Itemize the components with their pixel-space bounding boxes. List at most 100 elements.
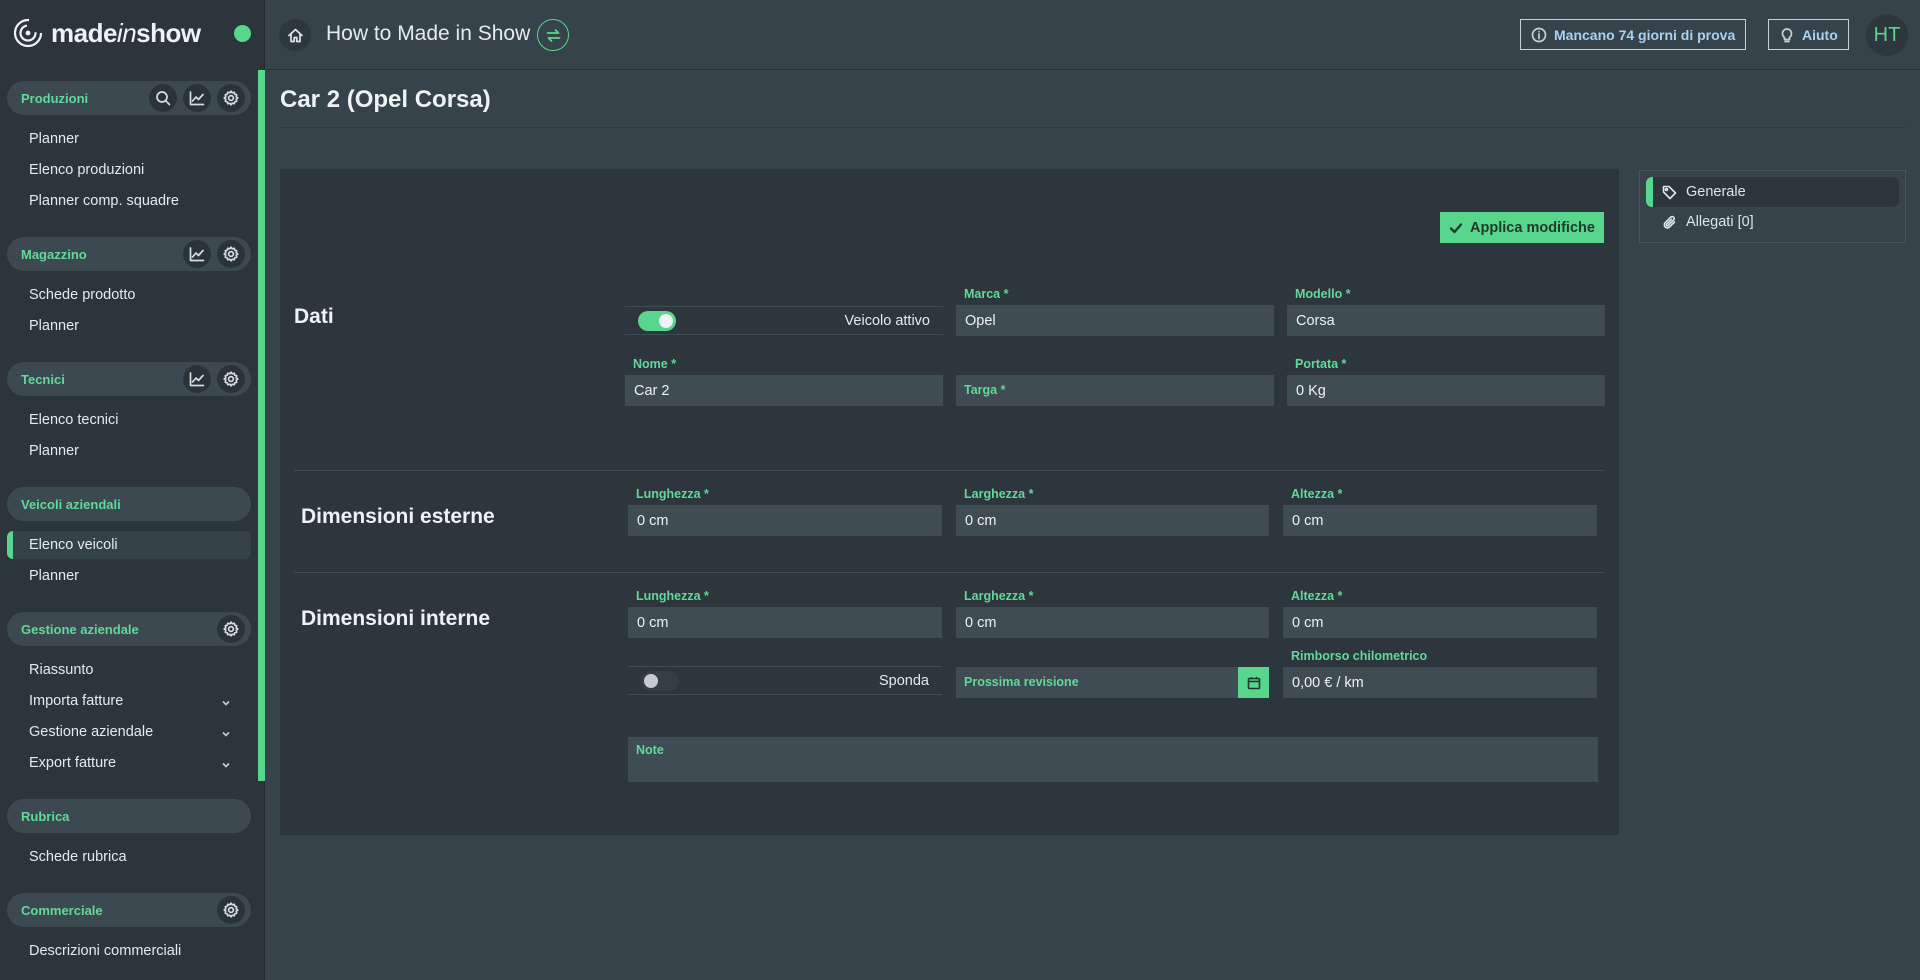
sidebar-item-label: Importa fatture bbox=[29, 693, 124, 709]
active-vehicle-switch[interactable] bbox=[638, 310, 676, 331]
brand-input[interactable]: Opel bbox=[956, 305, 1274, 336]
model-field-label: Modello * bbox=[1295, 287, 1351, 301]
chart-icon[interactable] bbox=[183, 365, 211, 393]
help-label: Aiuto bbox=[1802, 26, 1838, 43]
mileage-refund-label: Rimborso chilometrico bbox=[1291, 649, 1428, 663]
search-icon[interactable] bbox=[149, 84, 177, 112]
gear-icon[interactable] bbox=[217, 84, 245, 112]
section-rubrica[interactable]: Rubrica bbox=[7, 799, 251, 833]
notes-field[interactable]: Note bbox=[628, 737, 1598, 782]
external-width-input[interactable]: 0 cm bbox=[956, 505, 1269, 536]
chart-icon[interactable] bbox=[183, 84, 211, 112]
external-height-input[interactable]: 0 cm bbox=[1283, 505, 1597, 536]
name-field: Nome * Car 2 bbox=[625, 357, 943, 407]
gear-icon[interactable] bbox=[217, 240, 245, 268]
next-inspection-field: Prossima revisione bbox=[956, 667, 1269, 698]
home-button[interactable] bbox=[279, 19, 311, 51]
tab-generale[interactable]: Generale bbox=[1646, 177, 1899, 207]
name-input[interactable]: Car 2 bbox=[625, 375, 943, 406]
sidebar-item-planner[interactable]: Planner bbox=[7, 562, 251, 590]
section-internal-dimensions-title: Dimensioni interne bbox=[301, 607, 491, 630]
section-tecnici[interactable]: Tecnici bbox=[7, 362, 251, 396]
mileage-refund-input[interactable]: 0,00 € / km bbox=[1283, 667, 1597, 698]
tailgate-switch[interactable] bbox=[641, 670, 679, 691]
section-title: Produzioni bbox=[21, 90, 89, 106]
section-commerciale[interactable]: Commerciale bbox=[7, 893, 251, 927]
apply-changes-button[interactable]: Applica modifiche bbox=[1440, 212, 1604, 243]
home-icon bbox=[287, 28, 303, 42]
brand-field-label: Marca * bbox=[964, 287, 1009, 301]
internal-height-field: Altezza * 0 cm bbox=[1283, 589, 1597, 639]
internal-width-field: Larghezza * 0 cm bbox=[956, 589, 1269, 639]
tailgate-toggle-row[interactable]: Sponda bbox=[628, 666, 942, 695]
section-title: Magazzino bbox=[21, 246, 87, 262]
chevron-down-icon[interactable] bbox=[221, 727, 231, 737]
chevron-down-icon[interactable] bbox=[221, 696, 231, 706]
payload-input[interactable]: 0 Kg bbox=[1287, 375, 1605, 406]
gear-icon[interactable] bbox=[217, 365, 245, 393]
sidebar-item-descrizioni-commerciali[interactable]: Descrizioni commerciali bbox=[7, 937, 251, 965]
plate-field-label: Targa * bbox=[964, 383, 1006, 397]
sidebar-item-elenco-tecnici[interactable]: Elenco tecnici bbox=[7, 406, 251, 434]
section-produzioni[interactable]: Produzioni bbox=[7, 81, 251, 115]
sidebar-scroll-indicator[interactable] bbox=[258, 70, 265, 781]
help-button[interactable]: Aiuto bbox=[1768, 19, 1849, 50]
vehicle-form: Applica modifiche Dati Veicolo attivo Ma… bbox=[280, 169, 1619, 835]
sidebar-item-schede-rubrica[interactable]: Schede rubrica bbox=[7, 843, 251, 871]
calendar-icon[interactable] bbox=[1238, 667, 1269, 698]
internal-width-label: Larghezza * bbox=[964, 589, 1034, 603]
switch-knob bbox=[659, 313, 673, 328]
payload-field-label: Portata * bbox=[1295, 357, 1347, 371]
sidebar-item-elenco-produzioni[interactable]: Elenco produzioni bbox=[7, 156, 251, 184]
mileage-refund-field: Rimborso chilometrico 0,00 € / km bbox=[1283, 649, 1597, 699]
brand-logo[interactable]: madeinshow bbox=[13, 17, 201, 49]
section-title: Tecnici bbox=[21, 371, 65, 387]
section-divider bbox=[294, 470, 1604, 471]
section-veicoli-aziendali[interactable]: Veicoli aziendali bbox=[7, 487, 251, 521]
tab-label: Allegati [0] bbox=[1686, 214, 1754, 230]
trial-button[interactable]: Mancano 74 giorni di prova bbox=[1520, 19, 1747, 50]
section-title: Veicoli aziendali bbox=[21, 496, 121, 512]
section-gestione-aziendale[interactable]: Gestione aziendale bbox=[7, 612, 251, 646]
internal-length-input[interactable]: 0 cm bbox=[628, 607, 942, 638]
sidebar-item-schede-prodotto[interactable]: Schede prodotto bbox=[7, 281, 251, 309]
apply-changes-label: Applica modifiche bbox=[1470, 219, 1595, 236]
brand-name: madeinshow bbox=[51, 17, 201, 48]
chart-icon[interactable] bbox=[183, 240, 211, 268]
model-input[interactable]: Corsa bbox=[1287, 305, 1605, 336]
info-icon bbox=[1531, 27, 1547, 42]
sidebar-item-planner[interactable]: Planner bbox=[7, 312, 251, 340]
external-height-field: Altezza * 0 cm bbox=[1283, 487, 1597, 537]
sidebar-item-elenco-veicoli[interactable]: Elenco veicoli bbox=[7, 531, 251, 559]
internal-height-input[interactable]: 0 cm bbox=[1283, 607, 1597, 638]
section-magazzino[interactable]: Magazzino bbox=[7, 237, 251, 271]
active-vehicle-toggle-row[interactable]: Veicolo attivo bbox=[625, 306, 943, 335]
plate-field: Targa * bbox=[956, 375, 1274, 406]
sidebar-item-export-fatture[interactable]: Export fatture bbox=[7, 749, 251, 777]
sidebar-item-riassunto[interactable]: Riassunto bbox=[7, 656, 251, 684]
internal-width-input[interactable]: 0 cm bbox=[956, 607, 1269, 638]
next-inspection-label: Prossima revisione bbox=[964, 675, 1079, 689]
gear-icon[interactable] bbox=[217, 896, 245, 924]
sidebar-item-gestione-aziendale[interactable]: Gestione aziendale bbox=[7, 718, 251, 746]
tab-allegati[interactable]: Allegati [0] bbox=[1646, 207, 1899, 237]
external-length-input[interactable]: 0 cm bbox=[628, 505, 942, 536]
section-dati-title: Dati bbox=[294, 305, 334, 328]
workspace-title: How to Made in Show bbox=[326, 22, 531, 45]
topbar: How to Made in Show Mancano 74 giorni di… bbox=[266, 0, 1920, 70]
chevron-down-icon[interactable] bbox=[221, 758, 231, 768]
notes-label: Note bbox=[636, 743, 664, 757]
brand-field: Marca * Opel bbox=[956, 287, 1274, 337]
gear-icon[interactable] bbox=[217, 615, 245, 643]
sidebar-item-planner[interactable]: Planner bbox=[7, 437, 251, 465]
payload-field: Portata * 0 Kg bbox=[1287, 357, 1605, 407]
switch-knob bbox=[644, 673, 658, 688]
user-avatar[interactable]: HT bbox=[1866, 14, 1908, 56]
sidebar-item-planner[interactable]: Planner bbox=[7, 125, 251, 153]
sidebar-item-importa-fatture[interactable]: Importa fatture bbox=[7, 687, 251, 715]
internal-length-field: Lunghezza * 0 cm bbox=[628, 589, 942, 639]
external-height-label: Altezza * bbox=[1291, 487, 1343, 501]
sidebar-item-planner-comp-squadre[interactable]: Planner comp. squadre bbox=[7, 187, 251, 215]
switch-workspace-button[interactable] bbox=[537, 19, 569, 51]
internal-height-label: Altezza * bbox=[1291, 589, 1343, 603]
